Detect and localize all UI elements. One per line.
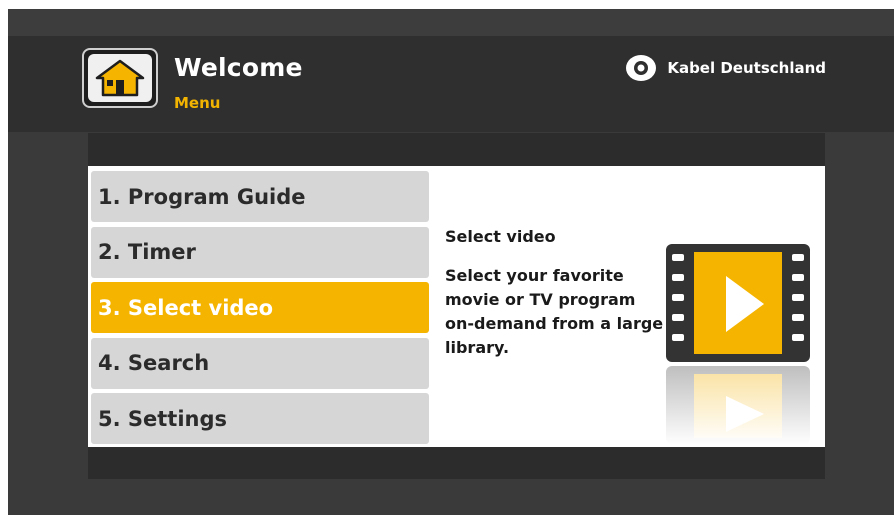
home-icon-frame xyxy=(88,54,152,102)
panel-top-bar xyxy=(88,133,825,166)
brand-name: Kabel Deutschland xyxy=(667,59,826,77)
top-strip xyxy=(8,9,894,36)
menu-item-program-guide[interactable]: 1. Program Guide xyxy=(91,171,429,222)
header: Welcome Menu Kabel Deutschland xyxy=(8,36,894,132)
detail-body: Select your favorite movie or TV program… xyxy=(445,266,664,357)
home-icon xyxy=(95,59,145,97)
content-panel: 1. Program Guide 2. Timer 3. Select vide… xyxy=(88,166,825,447)
home-button[interactable] xyxy=(82,48,158,108)
page-subtitle: Menu xyxy=(174,94,221,112)
menu-item-select-video[interactable]: 3. Select video xyxy=(91,282,429,333)
detail-description: Select video Select your favorite movie … xyxy=(445,227,670,360)
tv-screen: Welcome Menu Kabel Deutschland 1. Progra… xyxy=(8,9,894,515)
main-menu: 1. Program Guide 2. Timer 3. Select vide… xyxy=(91,171,429,449)
menu-item-settings[interactable]: 5. Settings xyxy=(91,393,429,444)
eye-logo-icon xyxy=(626,55,657,81)
panel-bottom-bar xyxy=(88,447,825,479)
detail-title: Select video xyxy=(445,227,556,246)
menu-item-timer[interactable]: 2. Timer xyxy=(91,226,429,278)
page-title: Welcome xyxy=(174,53,303,82)
menu-item-search[interactable]: 4. Search xyxy=(91,337,429,389)
film-play-icon xyxy=(662,244,814,445)
brand: Kabel Deutschland xyxy=(625,54,826,82)
